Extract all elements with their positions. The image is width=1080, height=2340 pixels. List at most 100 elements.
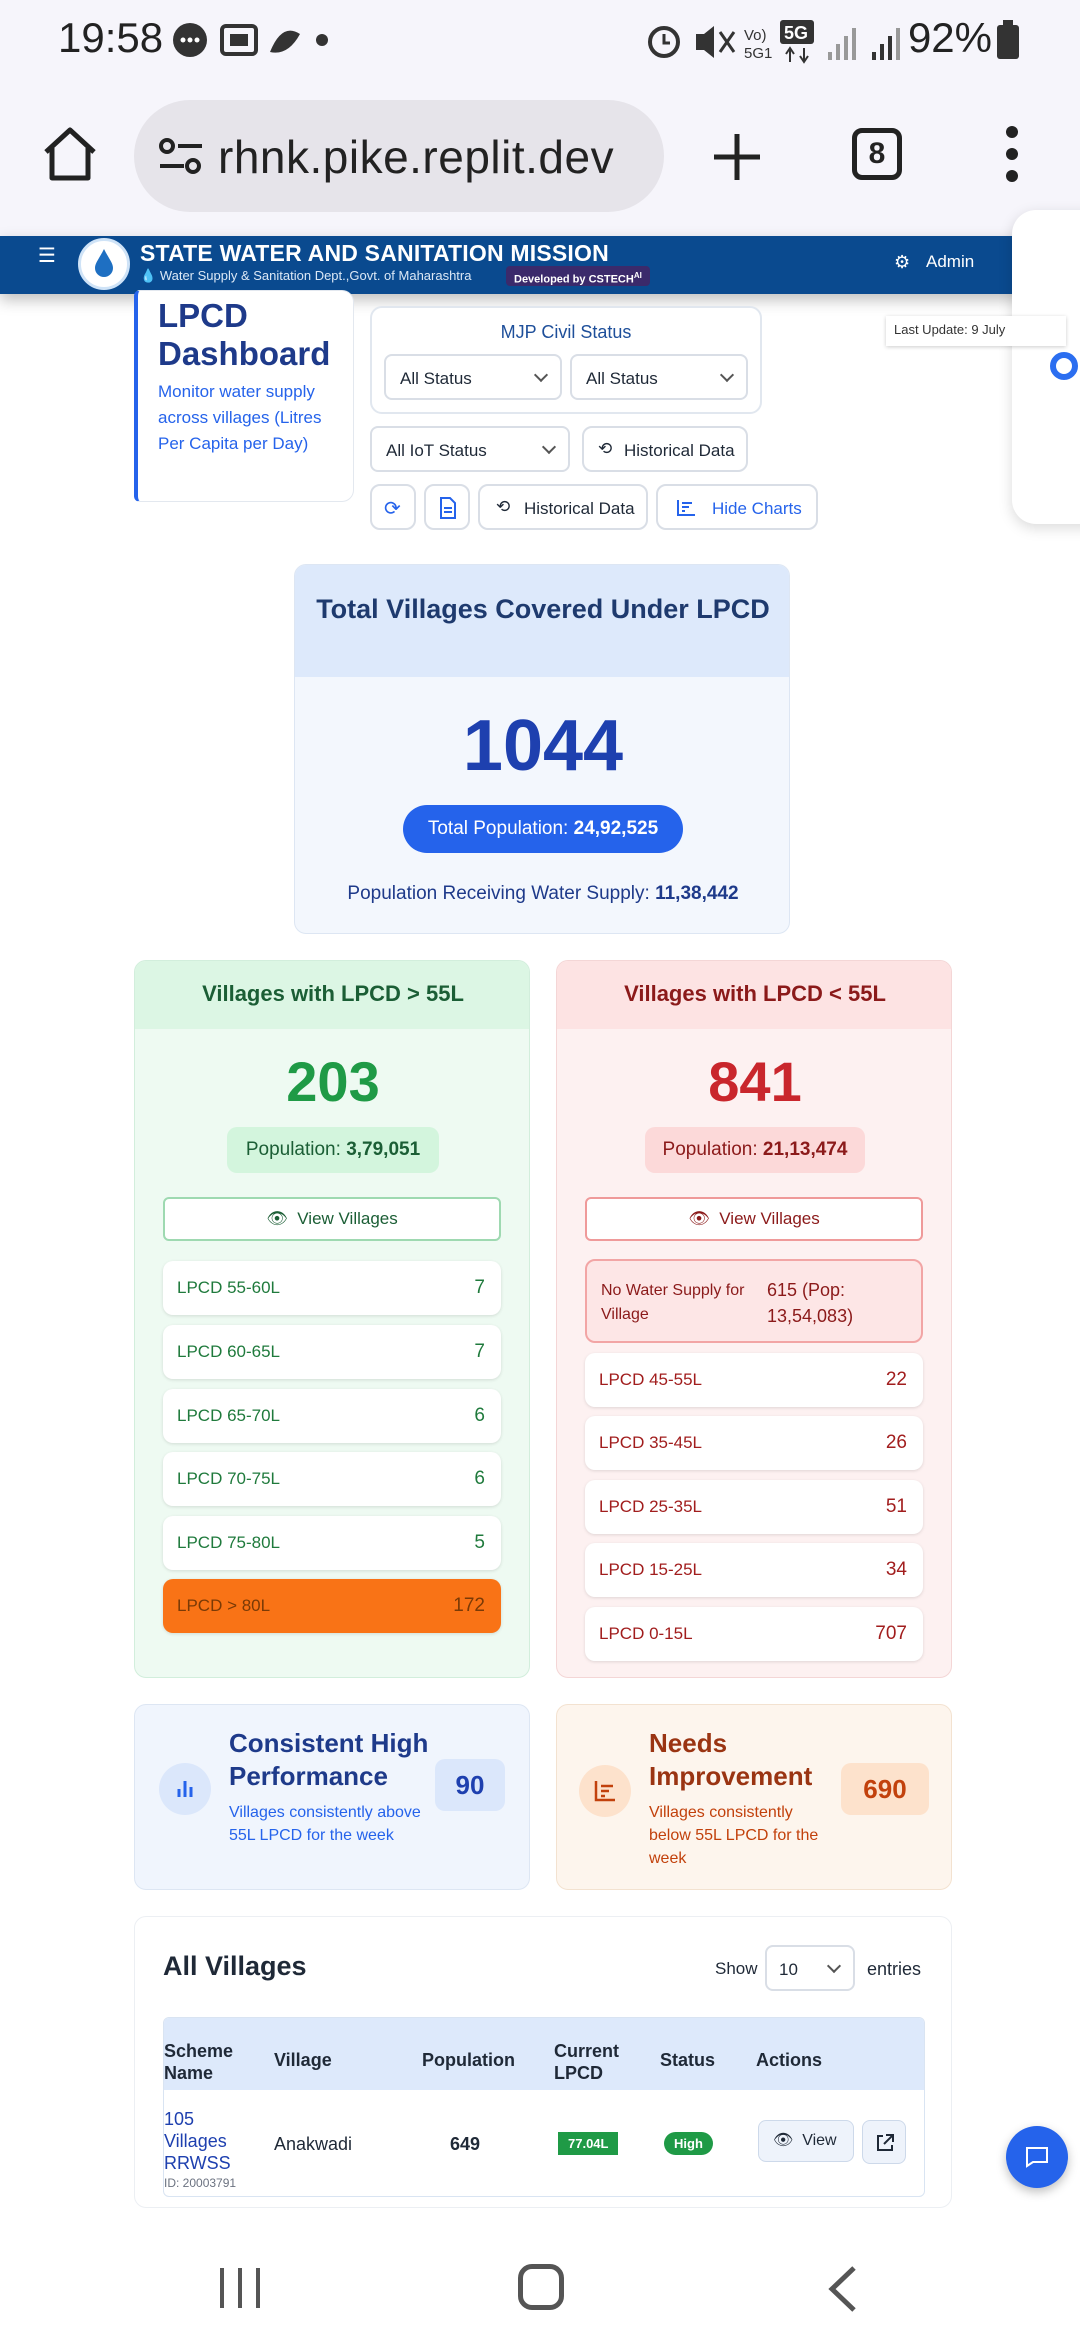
dashboard-title-card: LPCD Dashboard Monitor water supply acro… — [134, 290, 354, 502]
address-bar[interactable]: rhnk.pike.replit.dev — [134, 100, 664, 212]
back-icon[interactable] — [826, 2264, 860, 2314]
bar-chart-icon — [159, 1763, 211, 1815]
external-link-icon — [877, 2134, 894, 2151]
notification-icons — [173, 23, 328, 57]
column-header[interactable]: Population — [422, 2050, 515, 2071]
status-badge: High — [664, 2132, 713, 2155]
below-55l-population: Population: 21,13,474 — [645, 1127, 865, 1173]
chat-icon — [1026, 2147, 1048, 2168]
range-row[interactable]: LPCD 65-70L 6 — [163, 1389, 501, 1443]
no-supply-row[interactable]: No Water Supply for Village 615 (Pop: 13… — [585, 1259, 923, 1343]
svg-text:5G: 5G — [784, 23, 808, 43]
range-row[interactable]: LPCD 45-55L 22 — [585, 1353, 923, 1407]
high-performance-card: Consistent High Performance Villages con… — [134, 1704, 530, 1890]
admin-button[interactable]: Admin — [926, 252, 974, 272]
chat-button[interactable] — [1006, 2126, 1068, 2188]
column-header[interactable]: Status — [660, 2050, 715, 2071]
svg-text:Vo): Vo) — [744, 27, 767, 44]
historical-data-button-2[interactable]: ⟲ Historical Data — [478, 484, 648, 530]
above-55l-count: 203 — [286, 1050, 380, 1113]
total-villages-count: 1044 — [462, 706, 624, 786]
refresh-button[interactable]: ⟳ — [370, 484, 416, 530]
clock: 19:58 — [58, 14, 164, 61]
high-performance-description: Villages consistently above 55L LPCD for… — [229, 1804, 421, 1844]
recent-apps-icon[interactable] — [216, 2266, 266, 2310]
total-villages-card: Total Villages Covered Under LPCD 1044 T… — [294, 564, 790, 934]
below-55l-title: Villages with LPCD < 55L — [624, 981, 886, 1006]
hamburger-menu-icon[interactable]: ☰ — [38, 246, 56, 266]
villages-table: Scheme Name Village Population Current L… — [163, 2017, 925, 2197]
mjp-civil-status-label: MJP Civil Status — [500, 322, 632, 342]
historical-data-button-1[interactable]: ⟲ Historical Data — [582, 426, 748, 472]
header-subtitle: 💧 Water Supply & Sanitation Dept.,Govt. … — [140, 268, 472, 283]
eye-icon: 👁 — [773, 2132, 794, 2149]
page-title: LPCD Dashboard — [158, 297, 331, 372]
iot-status-select[interactable]: All IoT Status — [370, 426, 570, 472]
high-performance-title: Consistent High Performance — [229, 1728, 429, 1791]
chart-down-icon — [579, 1765, 631, 1817]
history-icon: ⟲ — [598, 439, 613, 458]
gear-icon: ⚙ — [894, 252, 911, 272]
village-name: Anakwadi — [274, 2134, 353, 2154]
side-panel[interactable] — [1012, 210, 1080, 524]
range-row[interactable]: LPCD 55-60L 7 — [163, 1261, 501, 1315]
view-villages-button-above[interactable]: 👁 View Villages — [163, 1197, 501, 1241]
chart-icon — [677, 500, 695, 516]
document-icon — [440, 497, 456, 519]
range-row[interactable]: LPCD 70-75L 6 — [163, 1452, 501, 1506]
all-villages-section: All Villages Show 10 entries Scheme Name… — [134, 1916, 952, 2208]
eye-icon: 👁 — [688, 1209, 710, 1228]
range-row[interactable]: LPCD 35-45L 26 — [585, 1416, 923, 1470]
entries-label: entries — [867, 1959, 922, 1979]
url-text: rhnk.pike.replit.dev — [218, 131, 615, 183]
all-villages-title: All Villages — [163, 1951, 307, 1981]
mission-logo — [78, 238, 130, 290]
total-population-badge: Total Population: 24,92,525 — [403, 805, 683, 853]
status-bar: 19:58 Vo) 5G1 5G 92% — [0, 0, 1080, 82]
status-select-1[interactable]: All Status — [384, 354, 562, 400]
entries-select[interactable]: 10 — [765, 1945, 855, 1991]
scheme-name-link[interactable]: 105 Villages RRWSS — [164, 2108, 244, 2174]
app-header: ☰ STATE WATER AND SANITATION MISSION 💧 W… — [0, 236, 1080, 294]
range-row[interactable]: LPCD 0-15L 707 — [585, 1607, 923, 1661]
above-55l-title: Villages with LPCD > 55L — [202, 981, 464, 1006]
more-menu-icon[interactable] — [1000, 124, 1024, 184]
home-icon[interactable] — [42, 126, 98, 182]
hide-charts-button[interactable]: Hide Charts — [656, 484, 818, 530]
browser-toolbar: rhnk.pike.replit.dev 8 — [0, 82, 1080, 236]
range-row[interactable]: LPCD 75-80L 5 — [163, 1516, 501, 1570]
open-external-button[interactable] — [862, 2120, 906, 2164]
population-value: 649 — [450, 2134, 481, 2154]
column-header[interactable]: Village — [274, 2050, 332, 2071]
range-row-highlight[interactable]: LPCD > 80L 172 — [163, 1579, 501, 1633]
home-nav-icon[interactable] — [518, 2264, 564, 2310]
page-description: Monitor water supply across villages (Li… — [158, 382, 322, 453]
high-performance-count: 90 — [435, 1759, 505, 1811]
refresh-icon: ⟳ — [384, 498, 401, 520]
lens-icon[interactable] — [1050, 352, 1078, 380]
column-header[interactable]: Current LPCD — [554, 2040, 634, 2084]
tab-switcher-button[interactable]: 8 — [852, 128, 902, 180]
scheme-id: ID: 20003791 — [164, 2176, 237, 2190]
mjp-filter-group: MJP Civil Status All Status All Status — [370, 306, 762, 414]
range-row[interactable]: LPCD 25-35L 51 — [585, 1480, 923, 1534]
last-update-label: Last Update: 9 July — [886, 316, 1066, 346]
needs-improvement-description: Villages consistently below 55L LPCD for… — [649, 1804, 819, 1867]
below-55l-count: 841 — [708, 1050, 802, 1113]
view-villages-button-below[interactable]: 👁 View Villages — [585, 1197, 923, 1241]
needs-improvement-title: Needs Improvement — [649, 1728, 813, 1791]
header-title: STATE WATER AND SANITATION MISSION — [140, 240, 609, 266]
export-button[interactable] — [424, 484, 470, 530]
needs-improvement-count: 690 — [841, 1763, 929, 1815]
range-row[interactable]: LPCD 15-25L 34 — [585, 1543, 923, 1597]
above-55l-population: Population: 3,79,051 — [227, 1127, 439, 1173]
status-select-2[interactable]: All Status — [570, 354, 748, 400]
site-settings-icon[interactable] — [158, 136, 204, 176]
column-header[interactable]: Actions — [756, 2050, 822, 2071]
lpcd-badge: 77.04L — [558, 2132, 619, 2155]
new-tab-icon[interactable] — [712, 132, 762, 182]
view-row-button[interactable]: 👁 View — [758, 2120, 854, 2162]
range-row[interactable]: LPCD 60-65L 7 — [163, 1325, 501, 1379]
column-header[interactable]: Scheme Name — [164, 2040, 244, 2084]
history-icon: ⟲ — [496, 497, 511, 516]
